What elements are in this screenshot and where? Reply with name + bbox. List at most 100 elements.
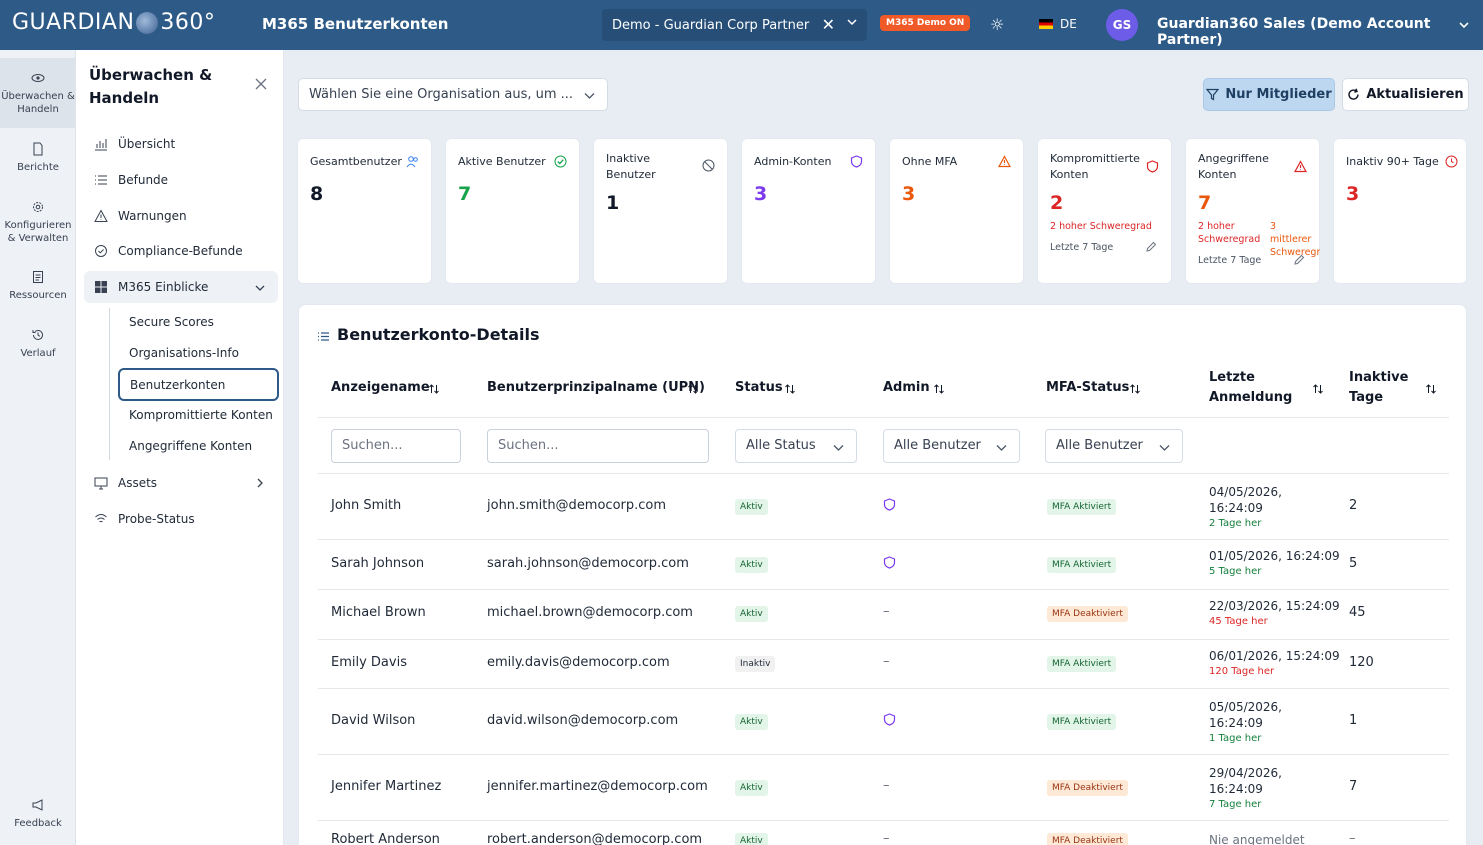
sort-icon[interactable] [687, 383, 699, 395]
rail-item-resources[interactable]: Ressourcen [0, 270, 76, 302]
file-icon [33, 142, 43, 156]
nav-item-compliance[interactable]: Compliance-Befunde [84, 235, 278, 267]
edit-icon[interactable] [1145, 241, 1157, 253]
language-selector[interactable]: DE [1060, 17, 1077, 31]
table-row[interactable]: David Wilson david.wilson@democorp.com A… [318, 689, 1449, 755]
card-admin-accounts[interactable]: Admin-Konten 3 [741, 138, 876, 284]
nav-item-assets[interactable]: Assets [84, 467, 278, 499]
clear-tenant-icon[interactable]: ✕ [822, 15, 835, 34]
column-header-name[interactable]: Anzeigename [331, 378, 430, 398]
nav-sub-compromised-accounts[interactable]: Kompromittierte Konten [118, 400, 279, 430]
logo-text: GUARDIAN [12, 10, 135, 35]
chevron-down-icon[interactable] [847, 17, 857, 27]
sort-icon[interactable] [428, 383, 440, 395]
german-flag-icon[interactable] [1039, 19, 1053, 29]
nav-item-label: Warnungen [118, 209, 187, 223]
sort-icon[interactable] [1312, 383, 1324, 395]
nav-sub-attacked-accounts[interactable]: Angegriffene Konten [118, 431, 279, 461]
account-name[interactable]: Guardian360 Sales (Demo Account Partner) [1157, 16, 1483, 48]
last-login: 01/05/2026, 16:24:09 5 Tage her [1209, 548, 1349, 580]
column-header-upn[interactable]: Benutzerprinzipalname (UPN) [487, 378, 705, 398]
rail-label: Feedback [14, 818, 62, 829]
sort-icon[interactable] [1425, 383, 1437, 395]
organization-select-placeholder: Wählen Sie eine Organisation aus, um ... [309, 87, 574, 102]
user-upn: sarah.johnson@democorp.com [487, 556, 689, 571]
nav-item-findings[interactable]: Befunde [84, 164, 278, 196]
sort-icon[interactable] [784, 383, 796, 395]
column-header-last-login[interactable]: Letzte Anmeldung [1209, 368, 1304, 408]
card-compromised-accounts[interactable]: Kompromittierte Konten 2 2 hoher Schwere… [1037, 138, 1172, 284]
user-name: John Smith [331, 498, 402, 513]
nav-item-overview[interactable]: Übersicht [84, 128, 278, 160]
table-row[interactable]: Jennifer Martinez jennifer.martinez@demo… [318, 755, 1449, 821]
chevron-down-icon [833, 445, 844, 451]
rail-item-configure[interactable]: Konfigurieren & Verwalten [0, 200, 76, 245]
last-login-date: 04/05/2026, 16:24:09 [1209, 485, 1282, 515]
rail-item-monitor[interactable]: Überwachen & Handeln [0, 58, 76, 128]
last-login: Nie angemeldet [1209, 833, 1305, 845]
admin-filter-select[interactable]: Alle Benutzer [883, 429, 1020, 463]
card-value: 1 [606, 192, 620, 214]
edit-icon[interactable] [1293, 254, 1305, 266]
table-row[interactable]: Michael Brown michael.brown@democorp.com… [318, 590, 1449, 640]
nav-sub-user-accounts[interactable]: Benutzerkonten [118, 368, 279, 401]
status-filter-select[interactable]: Alle Status [735, 429, 857, 463]
theme-toggle-icon[interactable]: ☼ [990, 15, 1004, 34]
last-login-date: 01/05/2026, 16:24:09 [1209, 549, 1340, 563]
card-total-users[interactable]: Gesamtbenutzer 8 [297, 138, 432, 284]
column-header-admin[interactable]: Admin [883, 378, 930, 398]
status-badge: Aktiv [735, 714, 768, 730]
rail-item-reports[interactable]: Berichte [0, 142, 76, 174]
sort-icon[interactable] [1129, 383, 1141, 395]
users-icon [406, 156, 418, 168]
column-header-status[interactable]: Status [735, 378, 783, 398]
nav-item-warnings[interactable]: Warnungen [84, 200, 278, 232]
logo-text-360: 360° [160, 10, 216, 35]
sort-icon[interactable] [933, 383, 945, 395]
tenant-selector[interactable]: Demo - Guardian Corp Partner ✕ [602, 9, 867, 41]
column-header-inactive-days[interactable]: Inaktive Tage [1349, 368, 1414, 408]
megaphone-icon [32, 799, 43, 811]
card-inactive-users[interactable]: Inaktive Benutzer 1 [593, 138, 728, 284]
user-name: Emily Davis [331, 655, 407, 670]
refresh-button[interactable]: Aktualisieren [1342, 78, 1469, 111]
account-chevron-down-icon[interactable] [1458, 19, 1470, 31]
table-row[interactable]: John Smith john.smith@democorp.com Aktiv… [318, 474, 1449, 540]
card-attacked-accounts[interactable]: Angegriffene Konten 7 2 hoher Schweregra… [1185, 138, 1320, 284]
column-header-mfa[interactable]: MFA-Status [1046, 378, 1129, 398]
card-severity-high: 2 hoher Schweregrad [1050, 221, 1152, 232]
card-inactive-90[interactable]: Inaktiv 90+ Tage 3 [1333, 138, 1467, 284]
nav-item-m365[interactable]: M365 Einblicke [84, 271, 278, 303]
rail-item-history[interactable]: Verlauf [0, 328, 76, 360]
table-row[interactable]: Sarah Johnson sarah.johnson@democorp.com… [318, 540, 1449, 590]
close-icon[interactable] [255, 78, 267, 90]
organization-select[interactable]: Wählen Sie eine Organisation aus, um ... [298, 78, 608, 111]
admin-none: – [883, 654, 890, 669]
card-value: 3 [1346, 183, 1360, 205]
nav-item-probe-status[interactable]: Probe-Status [84, 503, 278, 535]
name-search-input[interactable]: Suchen... [331, 429, 461, 463]
windows-grid-icon [95, 281, 107, 293]
members-only-button[interactable]: Nur Mitglieder [1203, 78, 1335, 111]
guardian-logo[interactable]: GUARDIAN 360° [12, 10, 215, 35]
mfa-filter-select[interactable]: Alle Benutzer [1045, 429, 1183, 463]
table-row[interactable]: Emily Davis emily.davis@democorp.com Ina… [318, 640, 1449, 689]
nav-sub-secure-scores[interactable]: Secure Scores [118, 307, 279, 337]
card-severity-high: 2 hoher Schweregrad [1198, 221, 1261, 245]
card-without-mfa[interactable]: Ohne MFA 3 [889, 138, 1024, 284]
check-circle-icon [554, 155, 567, 168]
refresh-label: Aktualisieren [1366, 87, 1464, 102]
last-login-date: 22/03/2026, 15:24:09 [1209, 599, 1340, 613]
inactive-days: 45 [1349, 605, 1366, 620]
last-login-relative: 5 Tage her [1209, 566, 1262, 577]
mfa-badge: MFA Deaktiviert [1047, 606, 1128, 622]
card-active-users[interactable]: Aktive Benutzer 7 [445, 138, 580, 284]
table-row[interactable]: Robert Anderson robert.anderson@democorp… [318, 821, 1449, 845]
rail-item-feedback[interactable]: Feedback [0, 798, 76, 830]
avatar[interactable]: GS [1106, 9, 1138, 41]
nav-sub-organisation-info[interactable]: Organisations-Info [118, 338, 279, 368]
demo-badge[interactable]: M365 Demo ON [880, 15, 971, 31]
upn-search-input[interactable]: Suchen... [487, 429, 709, 463]
admin-none: – [883, 831, 890, 845]
mfa-badge: MFA Aktiviert [1047, 557, 1117, 573]
